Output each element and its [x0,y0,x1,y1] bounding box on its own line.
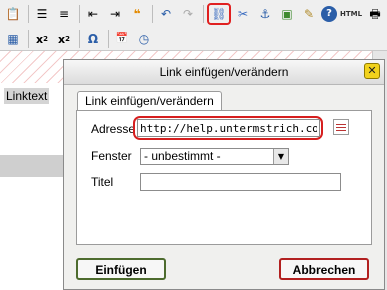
special-char-icon[interactable]: Ω [83,29,103,49]
paste-icon[interactable]: 📋 [3,4,23,24]
toolbar-separator [203,5,204,23]
toolbar-separator [79,5,80,23]
cancel-button[interactable]: Abbrechen [279,258,369,280]
undo-icon[interactable]: ↶ [156,4,176,24]
link-browser-icon[interactable] [333,119,349,135]
address-input[interactable] [137,119,320,137]
help-icon[interactable]: ? [321,6,337,22]
dialog-title: Link einfügen/verändern [159,65,289,79]
chevron-down-icon: ▼ [273,149,288,164]
tab-link[interactable]: Link einfügen/verändern [77,91,222,111]
toolbar-separator [152,5,153,23]
target-window-value: - unbestimmt - [144,149,221,163]
toolbar-separator [108,30,109,48]
insert-button[interactable]: Einfügen [76,258,166,280]
toolbar-separator [28,30,29,48]
toolbar-separator [28,5,29,23]
dialog-titlebar[interactable]: Link einfügen/verändern ✕ [64,60,384,85]
cleanup-icon[interactable]: ✎ [299,4,319,24]
numbered-list-icon[interactable]: ≡ [54,4,74,24]
redo-icon[interactable]: ↷ [178,4,198,24]
title-label: Titel [91,175,114,189]
link-dialog: Link einfügen/verändern ✕ Link einfügen/… [63,59,385,290]
toolbar-row-1: 📋 ☰ ≡ ⇤ ⇥ ❝ ↶ ↷ ⛓ ✂ ⚓ ▣ ✎ ? HTML 🖶 [3,2,387,26]
target-window-select[interactable]: - unbestimmt - ▼ [140,148,289,165]
link-icon[interactable]: ⛓ [207,3,231,25]
image-icon[interactable]: ▣ [277,4,297,24]
insert-time-icon[interactable]: ◷ [134,29,154,49]
indent-icon[interactable]: ⇥ [105,4,125,24]
address-label: Adresse [91,122,136,136]
selected-linktext[interactable]: Linktext [4,88,50,104]
unlink-icon[interactable]: ✂ [233,4,253,24]
editor-toolbar: 📋 ☰ ≡ ⇤ ⇥ ❝ ↶ ↷ ⛓ ✂ ⚓ ▣ ✎ ? HTML 🖶 ▦ x2 … [0,0,387,51]
table-icon[interactable]: ▦ [3,29,23,49]
toolbar-separator [79,30,80,48]
anchor-icon[interactable]: ⚓ [255,4,275,24]
outdent-icon[interactable]: ⇤ [83,4,103,24]
close-icon[interactable]: ✕ [364,63,380,79]
bullet-list-icon[interactable]: ☰ [32,4,52,24]
title-input[interactable] [140,173,341,191]
insert-date-icon[interactable]: 📅 [112,29,132,49]
window-label: Fenster [91,149,132,163]
blockquote-icon[interactable]: ❝ [127,4,147,24]
subscript-icon[interactable]: x2 [32,29,52,49]
print-icon[interactable]: 🖶 [365,4,385,24]
toolbar-row-2: ▦ x2 x2 Ω 📅 ◷ [3,27,156,51]
superscript-icon[interactable]: x2 [54,29,74,49]
html-icon[interactable]: HTML [339,4,363,24]
